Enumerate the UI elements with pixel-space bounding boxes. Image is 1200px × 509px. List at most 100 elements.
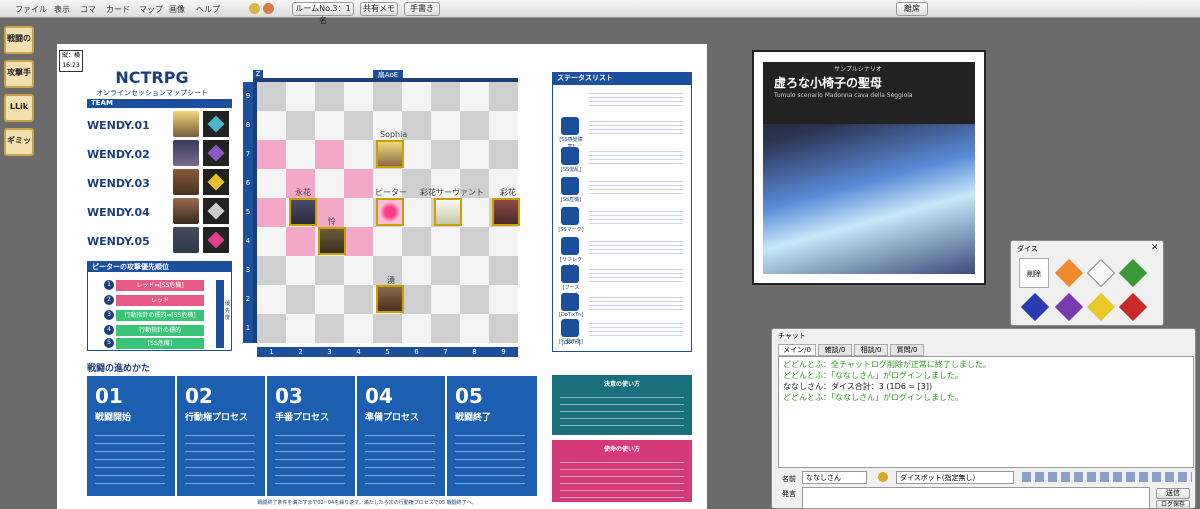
grid-cell[interactable] — [257, 169, 286, 198]
handwriting-button[interactable]: 手書き — [404, 2, 440, 16]
grid-cell[interactable] — [257, 198, 286, 227]
chat-tab-question[interactable]: 質問/0 — [890, 344, 924, 356]
room-button[interactable]: ルームNo.3：1名 — [292, 2, 354, 25]
grid-cell[interactable] — [257, 285, 286, 314]
chat-tool-icons[interactable] — [1022, 472, 1192, 482]
piece-eika[interactable] — [289, 198, 317, 226]
grid-cell[interactable] — [460, 198, 489, 227]
grid-cell[interactable] — [344, 140, 373, 169]
grid-cell[interactable] — [489, 140, 518, 169]
key-icon[interactable] — [878, 472, 888, 482]
grid-cell[interactable] — [460, 227, 489, 256]
shared-memo-button[interactable]: 共有メモ — [360, 2, 398, 16]
member-portrait[interactable] — [173, 140, 199, 166]
grid-cell[interactable] — [344, 227, 373, 256]
d6-icon[interactable] — [1086, 258, 1116, 288]
grid-cell[interactable] — [460, 256, 489, 285]
grid-cell[interactable] — [257, 140, 286, 169]
grid-cell[interactable] — [402, 227, 431, 256]
menu-image[interactable]: 画像 — [169, 4, 185, 15]
grid-cell[interactable] — [257, 256, 286, 285]
grid-cell[interactable] — [315, 82, 344, 111]
name-select[interactable]: ななしさん — [802, 471, 867, 484]
grid-cell[interactable] — [431, 82, 460, 111]
grid-cell[interactable] — [286, 140, 315, 169]
grid-cell[interactable] — [257, 111, 286, 140]
grid-cell[interactable] — [489, 227, 518, 256]
d4-icon[interactable] — [1054, 258, 1084, 288]
piece-peter[interactable] — [376, 198, 404, 226]
menu-piece[interactable]: コマ — [80, 4, 96, 15]
grid-cell[interactable] — [489, 82, 518, 111]
chat-tab-chatter[interactable]: 雑談/0 — [818, 344, 852, 356]
grid-cell[interactable] — [460, 140, 489, 169]
grid-cell[interactable] — [315, 140, 344, 169]
grid-cell[interactable] — [315, 169, 344, 198]
member-portrait[interactable] — [173, 169, 199, 195]
menu-file[interactable]: ファイル — [15, 4, 47, 15]
grid-cell[interactable] — [402, 198, 431, 227]
d10-icon[interactable] — [1020, 292, 1050, 322]
piece-kai[interactable] — [318, 227, 346, 255]
grid-cell[interactable] — [286, 256, 315, 285]
grid-cell[interactable] — [344, 285, 373, 314]
side-icon-like[interactable]: LLik — [4, 94, 34, 122]
piece-servant[interactable] — [434, 198, 462, 226]
member-portrait[interactable] — [173, 111, 199, 137]
grid-cell[interactable] — [489, 111, 518, 140]
grid-cell[interactable] — [431, 285, 460, 314]
menu-help[interactable]: ヘルプ — [196, 4, 220, 15]
grid-cell[interactable] — [460, 82, 489, 111]
grid-cell[interactable] — [315, 256, 344, 285]
grid-cell[interactable] — [431, 140, 460, 169]
grid-cell[interactable] — [344, 169, 373, 198]
chat-tab-consult[interactable]: 相談/0 — [854, 344, 888, 356]
grid-cell[interactable] — [373, 227, 402, 256]
grid-cell[interactable] — [402, 140, 431, 169]
piece-ayaka[interactable] — [492, 198, 520, 226]
grid-cell[interactable] — [402, 82, 431, 111]
grid-cell[interactable] — [344, 198, 373, 227]
piece-yu[interactable] — [376, 285, 404, 313]
grid-cell[interactable] — [373, 314, 402, 343]
dice-clear-button[interactable]: 削除 — [1019, 258, 1049, 288]
grid-cell[interactable] — [286, 314, 315, 343]
grid-cell[interactable] — [344, 314, 373, 343]
side-icon-gimmick[interactable]: ギミッ — [4, 128, 34, 156]
grid-cell[interactable] — [431, 227, 460, 256]
save-log-button[interactable]: ログ保存 — [1156, 500, 1190, 509]
grid-cell[interactable] — [402, 285, 431, 314]
grid-cell[interactable] — [315, 111, 344, 140]
message-input[interactable] — [802, 487, 1150, 509]
menu-card[interactable]: カード — [106, 4, 130, 15]
grid-cell[interactable] — [344, 256, 373, 285]
scenario-cover[interactable]: サンプルシナリオ 虚ろな小椅子の聖母 Tumulo scenario Madon… — [752, 50, 986, 285]
grid-cell[interactable] — [489, 314, 518, 343]
grid-cell[interactable] — [344, 111, 373, 140]
grid-cell[interactable] — [460, 285, 489, 314]
piece-sophia[interactable] — [376, 140, 404, 168]
grid-cell[interactable] — [431, 111, 460, 140]
chat-tab-main[interactable]: メイン/0 — [778, 344, 816, 356]
grid-cell[interactable] — [286, 111, 315, 140]
zoom-in-icon[interactable] — [249, 3, 260, 14]
d8-icon[interactable] — [1118, 258, 1148, 288]
chat-log[interactable]: どどんとふ：全チャットログ削除が正常に終了しました。 どどんとふ：「ななしさん」… — [778, 356, 1194, 468]
close-icon[interactable]: ✕ — [1151, 243, 1159, 253]
send-button[interactable]: 送信 — [1156, 488, 1190, 499]
side-icon-battle[interactable]: 戦闘の — [4, 26, 34, 54]
grid-cell[interactable] — [257, 227, 286, 256]
grid-cell[interactable] — [460, 111, 489, 140]
grid-cell[interactable] — [489, 256, 518, 285]
grid-cell[interactable] — [315, 314, 344, 343]
grid-cell[interactable] — [286, 227, 315, 256]
grid-cell[interactable] — [315, 285, 344, 314]
grid-cell[interactable] — [373, 82, 402, 111]
grid-cell[interactable] — [344, 82, 373, 111]
menu-view[interactable]: 表示 — [54, 4, 70, 15]
zoom-out-icon[interactable] — [263, 3, 274, 14]
grid-cell[interactable] — [286, 82, 315, 111]
grid-cell[interactable] — [460, 314, 489, 343]
d100-icon[interactable] — [1118, 292, 1148, 322]
grid-cell[interactable] — [402, 256, 431, 285]
